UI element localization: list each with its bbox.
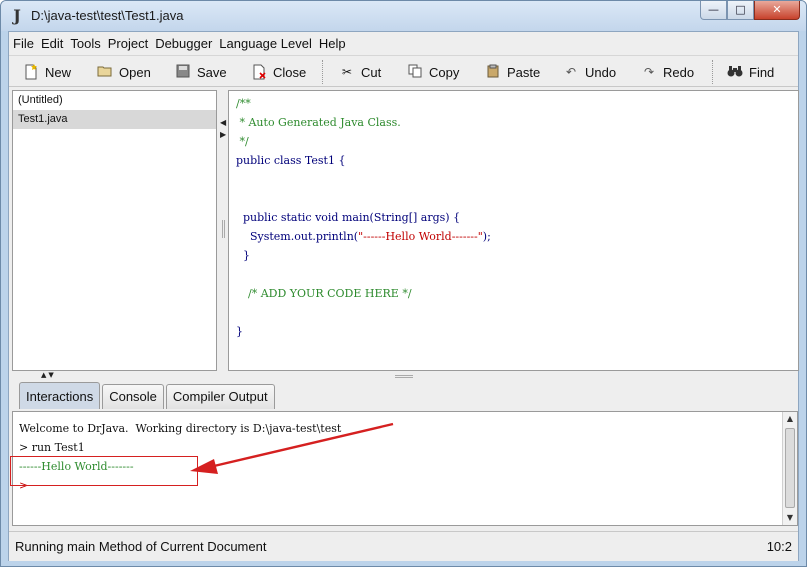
menu-file[interactable]: File xyxy=(13,36,34,51)
collapse-left-arrow-icon[interactable]: ◀ xyxy=(220,118,226,127)
close-window-button[interactable]: ✕ xyxy=(754,1,800,20)
scroll-up-arrow-icon[interactable]: ▲ xyxy=(783,412,797,426)
open-button[interactable]: Open xyxy=(97,62,151,82)
title-bar[interactable]: J D:\java-test\test\Test1.java — □ ✕ xyxy=(1,1,806,31)
close-file-button[interactable]: Close xyxy=(251,62,306,82)
copy-label: Copy xyxy=(429,64,460,80)
menu-language-level[interactable]: Language Level xyxy=(219,36,312,51)
redo-icon: ↷ xyxy=(643,65,655,79)
undo-icon: ↶ xyxy=(565,65,577,79)
paste-label: Paste xyxy=(507,64,541,80)
menu-debugger[interactable]: Debugger xyxy=(155,36,212,51)
drjava-app-icon: J xyxy=(13,6,21,25)
scissors-icon: ✂ xyxy=(341,65,353,79)
open-folder-icon xyxy=(97,64,113,80)
code-line: /* ADD YOUR CODE HERE */ xyxy=(248,287,412,300)
clipboard-icon xyxy=(485,64,501,80)
menu-edit[interactable]: Edit xyxy=(41,36,63,51)
code-line: /** xyxy=(236,97,251,110)
code-line: } xyxy=(236,325,243,338)
annotation-highlight-box xyxy=(10,456,198,486)
cursor-position: 10:2 xyxy=(766,539,792,554)
expand-right-arrow-icon[interactable]: ▶ xyxy=(220,130,226,139)
save-label: Save xyxy=(197,64,227,80)
toolbar-separator xyxy=(322,60,323,84)
tab-console[interactable]: Console xyxy=(102,384,164,409)
save-disk-icon xyxy=(175,64,191,80)
paste-button[interactable]: Paste xyxy=(485,62,540,82)
close-file-label: Close xyxy=(273,64,307,80)
copy-button[interactable]: Copy xyxy=(407,62,459,82)
close-file-icon xyxy=(251,64,267,80)
new-file-icon xyxy=(23,64,39,80)
menu-project[interactable]: Project xyxy=(108,36,148,51)
redo-button[interactable]: ↷ Redo xyxy=(641,62,694,82)
code-line: */ xyxy=(236,135,249,148)
undo-button[interactable]: ↶ Undo xyxy=(563,62,616,82)
code-statement-end: ); xyxy=(482,230,491,243)
document-untitled[interactable]: (Untitled) xyxy=(13,91,216,110)
toolbar-separator xyxy=(712,60,713,84)
code-line: public static void main(String[] args) { xyxy=(236,211,461,224)
code-line: public class Test1 { xyxy=(236,154,346,167)
redo-label: Redo xyxy=(663,64,695,80)
binoculars-icon xyxy=(727,64,743,80)
copy-icon xyxy=(407,64,423,80)
document-test1-java[interactable]: Test1.java xyxy=(13,110,216,129)
code-line: * Auto Generated Java Class. xyxy=(236,116,401,129)
cut-button[interactable]: ✂ Cut xyxy=(339,62,381,82)
code-string-literal: "------Hello World-------" xyxy=(358,230,483,243)
document-list: (Untitled) Test1.java xyxy=(12,90,217,371)
menu-help[interactable]: Help xyxy=(319,36,346,51)
find-label: Find xyxy=(749,64,775,80)
open-label: Open xyxy=(119,64,151,80)
status-bar: Running main Method of Current Document … xyxy=(9,531,798,561)
menu-bar: File Edit Tools Project Debugger Languag… xyxy=(9,32,798,54)
vertical-splitter-grip-icon[interactable] xyxy=(222,220,225,238)
tab-interactions[interactable]: Interactions xyxy=(19,382,101,409)
code-line: System.out.println("------Hello World---… xyxy=(236,227,491,246)
console-command: run Test1 xyxy=(31,441,85,454)
console-welcome-line: Welcome to DrJava. Working directory is … xyxy=(19,422,342,435)
horizontal-splitter-grip-icon[interactable] xyxy=(395,375,413,378)
code-editor[interactable]: /** * Auto Generated Java Class. */ publ… xyxy=(228,90,799,371)
toolbar: New Open Save Close ✂ Cut Copy Paste ↶ U… xyxy=(9,55,798,87)
tab-compiler-output[interactable]: Compiler Output xyxy=(165,384,275,409)
console-scrollbar[interactable]: ▲ ▼ xyxy=(782,412,797,525)
code-println: System.out.println( xyxy=(236,230,359,243)
code-line: } xyxy=(236,249,250,262)
menu-tools[interactable]: Tools xyxy=(70,36,100,51)
find-button[interactable]: Find xyxy=(727,62,774,82)
scrollbar-thumb[interactable] xyxy=(785,428,795,508)
console-command-line: > run Test1 xyxy=(19,439,85,457)
window-controls: — □ ✕ xyxy=(700,1,800,20)
maximize-button[interactable]: □ xyxy=(727,1,754,20)
console-prompt: > xyxy=(19,441,29,454)
minimize-button[interactable]: — xyxy=(700,1,727,20)
new-label: New xyxy=(45,64,72,80)
bottom-tabs: Interactions Console Compiler Output xyxy=(19,382,277,410)
horizontal-splitter[interactable]: ▲▼ xyxy=(9,371,798,380)
splitter-arrows-icon[interactable]: ▲▼ xyxy=(41,371,56,379)
scroll-down-arrow-icon[interactable]: ▼ xyxy=(783,511,797,525)
undo-label: Undo xyxy=(585,64,617,80)
cut-label: Cut xyxy=(361,64,382,80)
new-button[interactable]: New xyxy=(23,62,71,82)
save-button[interactable]: Save xyxy=(175,62,227,82)
window-title: D:\java-test\test\Test1.java xyxy=(31,8,184,23)
status-message: Running main Method of Current Document xyxy=(15,539,267,554)
